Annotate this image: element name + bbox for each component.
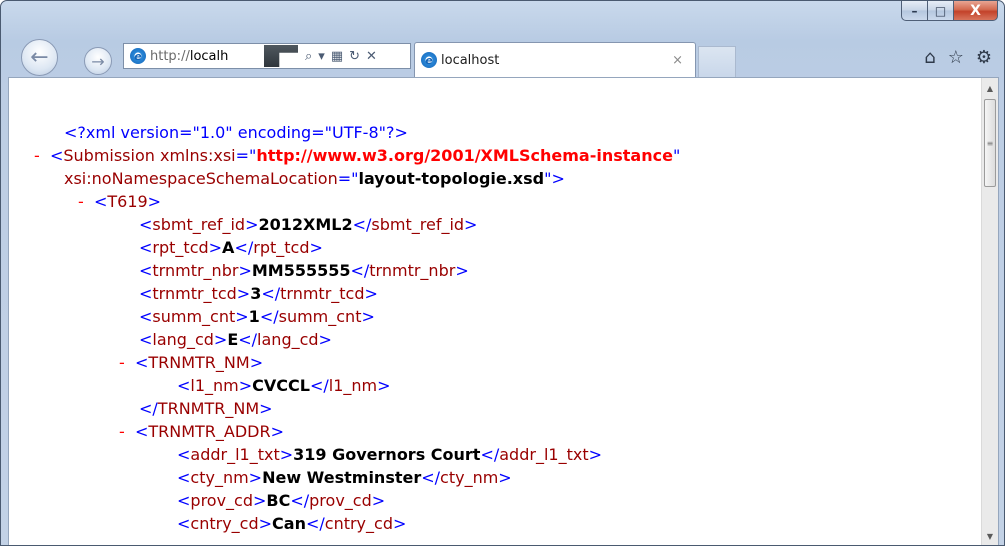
search-icon[interactable]: ⌕	[305, 49, 312, 64]
xml-element-row: <lang_cd>E</lang_cd>	[139, 330, 332, 349]
address-bar[interactable]: e http://localh ⌕ ▾ ▦ ↻ ✕	[123, 43, 411, 69]
xml-trnmtr-addr-open: - <TRNMTR_ADDR>	[119, 422, 285, 441]
refresh-icon[interactable]: ↻	[349, 49, 360, 64]
gear-icon[interactable]: ⚙	[976, 47, 992, 68]
xml-element-row: <summ_cnt>1</summ_cnt>	[139, 307, 375, 326]
collapse-toggle[interactable]: -	[119, 422, 125, 441]
ie-tab-icon: e	[421, 52, 437, 68]
window-controls: – □ X	[901, 1, 998, 21]
toolbar-right-icons: ⌂ ☆ ⚙	[924, 47, 992, 68]
address-url[interactable]: http://localh	[150, 49, 268, 64]
xml-element-row: <sbmt_ref_id>2012XML2</sbmt_ref_id>	[139, 215, 478, 234]
scroll-down-arrow-icon[interactable]: ▼	[982, 528, 998, 545]
compatibility-view-icon[interactable]: ▦	[331, 49, 343, 64]
stop-icon[interactable]: ✕	[366, 49, 377, 64]
xml-submission-attr: xsi:noNamespaceSchemaLocation="layout-to…	[64, 169, 565, 188]
tab-localhost[interactable]: e localhost ×	[414, 42, 696, 77]
ie-page-icon: e	[130, 48, 146, 64]
collapse-toggle[interactable]: -	[34, 146, 40, 165]
collapse-toggle[interactable]: -	[78, 192, 84, 211]
xml-declaration: <?xml version="1.0" encoding="UTF-8"?>	[64, 123, 408, 142]
address-icons: ⌕ ▾ ▦ ↻ ✕	[302, 49, 380, 64]
scrollbar-thumb[interactable]: ≡	[984, 99, 996, 187]
grip-icon: ≡	[986, 138, 994, 148]
forward-button[interactable]: →	[84, 47, 112, 75]
xml-element-row: <cty_nm>New Westminster</cty_nm>	[177, 468, 512, 487]
close-button[interactable]: X	[954, 1, 998, 21]
collapse-toggle[interactable]: -	[119, 353, 125, 372]
xml-element-row: <l1_nm>CVCCL</l1_nm>	[177, 376, 391, 395]
tab-close-icon[interactable]: ×	[672, 53, 683, 68]
home-icon[interactable]: ⌂	[924, 47, 935, 68]
page-content: <?xml version="1.0" encoding="UTF-8"?> -…	[8, 77, 999, 545]
new-tab-button[interactable]	[698, 46, 736, 77]
chevron-down-icon[interactable]: ▾	[318, 49, 325, 64]
browser-window: – □ X ← → e http://localh ⌕ ▾ ▦ ↻ ✕ e lo…	[0, 0, 1005, 546]
xml-trnmtr-nm-close: </TRNMTR_NM>	[139, 399, 273, 418]
xml-element-row: <trnmtr_tcd>3</trnmtr_tcd>	[139, 284, 378, 303]
xml-element-row: <cntry_cd>Can</cntry_cd>	[177, 514, 407, 533]
maximize-button[interactable]: □	[928, 1, 954, 21]
xml-element-row: <prov_cd>BC</prov_cd>	[177, 491, 386, 510]
xml-element-row: <addr_l1_txt>319 Governors Court</addr_l…	[177, 445, 602, 464]
xml-submission-open: - <Submission xmlns:xsi="http://www.w3.o…	[34, 146, 681, 165]
xml-element-row: <rpt_tcd>A</rpt_tcd>	[139, 238, 323, 257]
tab-title: localhost	[441, 52, 500, 68]
title-bar: – □ X	[1, 1, 1004, 37]
pointer-overlay-icon	[264, 45, 298, 67]
favorites-icon[interactable]: ☆	[948, 47, 964, 68]
back-button[interactable]: ←	[21, 39, 58, 76]
xml-trnmtr-nm-open: - <TRNMTR_NM>	[119, 353, 264, 372]
minimize-button[interactable]: –	[901, 1, 928, 21]
vertical-scrollbar[interactable]: ▲ ≡ ▼	[981, 78, 998, 545]
xml-t619-open: - <T619>	[78, 192, 162, 211]
scroll-up-arrow-icon[interactable]: ▲	[982, 80, 998, 97]
xml-element-row: <trnmtr_nbr>MM555555</trnmtr_nbr>	[139, 261, 469, 280]
